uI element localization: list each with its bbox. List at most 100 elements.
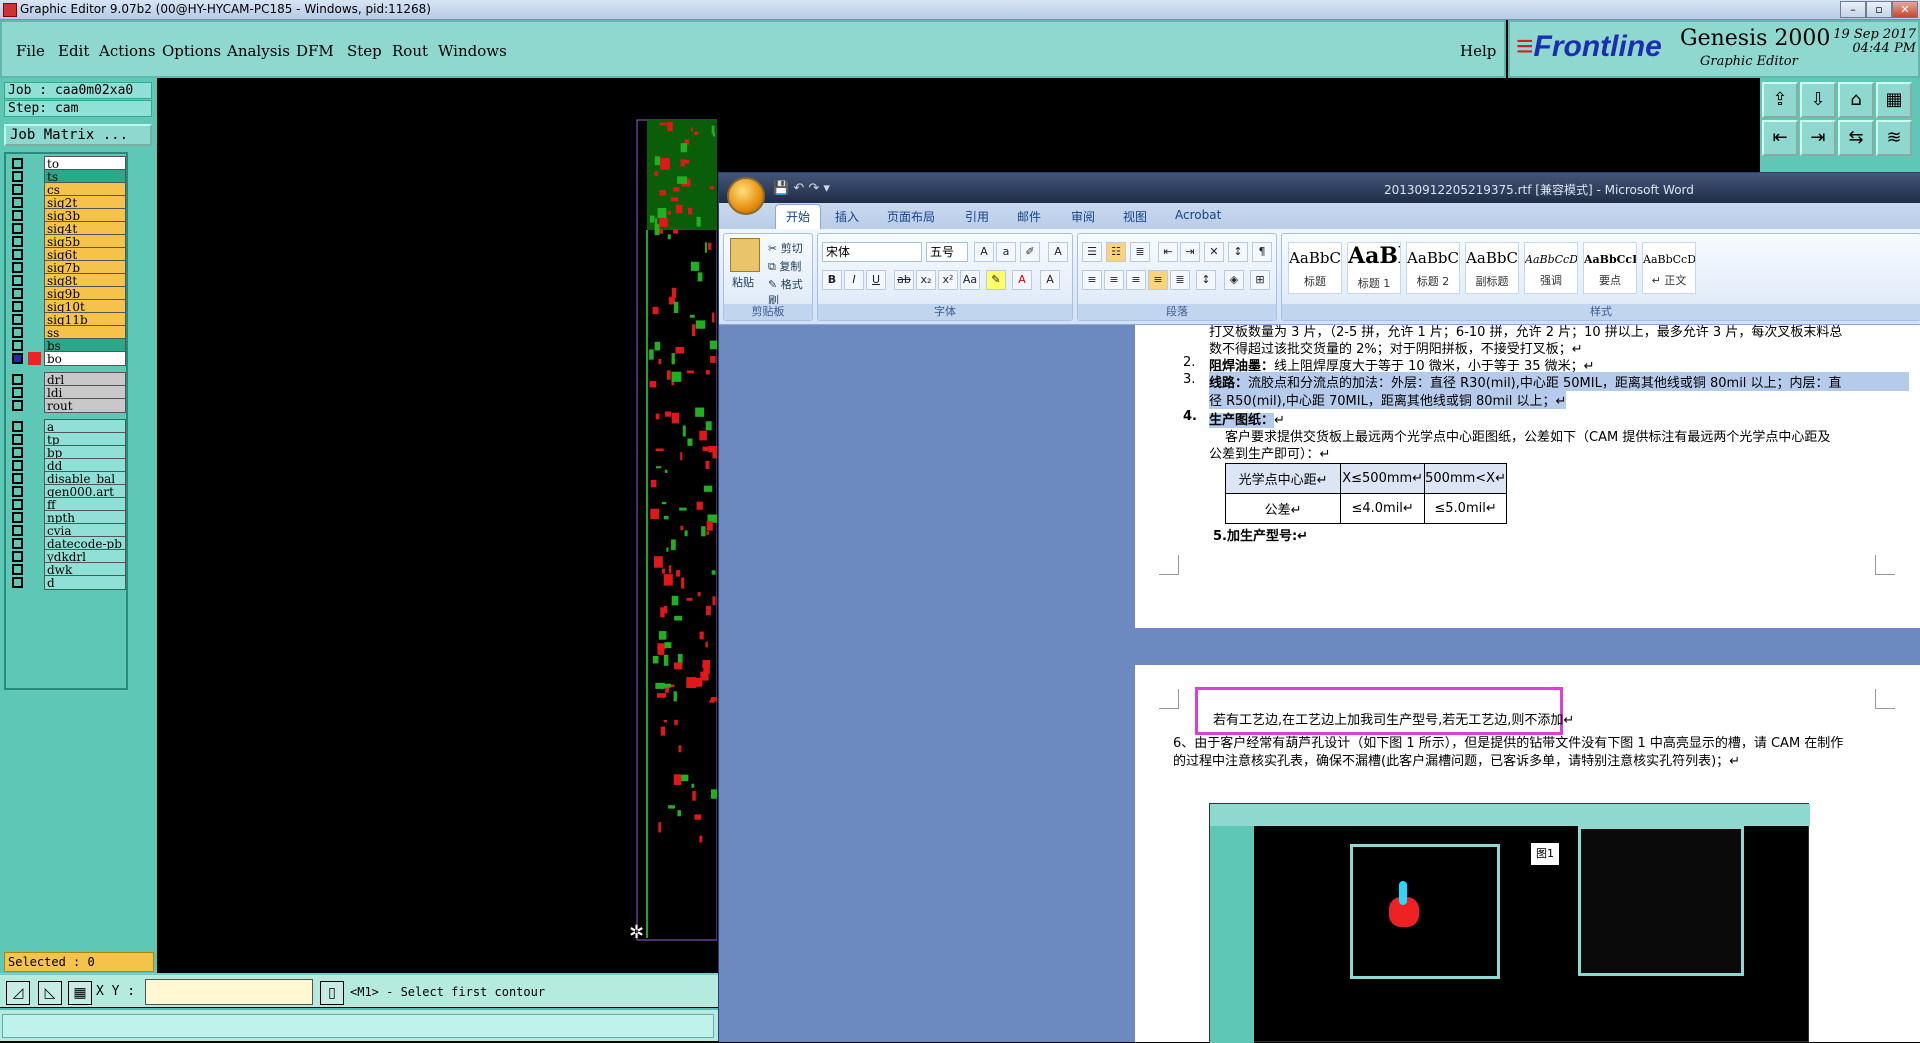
layer-name[interactable]: bo: [44, 351, 126, 366]
align-center-icon[interactable]: ≡: [1104, 270, 1124, 290]
font-size-select[interactable]: 五号: [926, 242, 968, 262]
bold-icon[interactable]: B: [822, 270, 842, 290]
layer-checkbox[interactable]: [12, 525, 23, 536]
job-matrix-button[interactable]: Job Matrix ...: [4, 124, 152, 146]
tab-page-layout[interactable]: 页面布局: [887, 208, 935, 225]
layer-checkbox[interactable]: [12, 314, 23, 325]
layer-checkbox[interactable]: [12, 327, 23, 338]
cut-button[interactable]: ✂ 剪切: [768, 240, 803, 256]
menu-options[interactable]: Options: [162, 42, 221, 60]
toolbar-btn-6[interactable]: ⇥: [1800, 120, 1836, 156]
layer-checkbox[interactable]: [12, 486, 23, 497]
layer-checkbox[interactable]: [12, 158, 23, 169]
layer-checkbox[interactable]: [12, 340, 23, 351]
layer-checkbox[interactable]: [12, 171, 23, 182]
font-name-select[interactable]: 宋体: [822, 242, 922, 262]
layer-scrollbar[interactable]: [130, 152, 154, 942]
style-swatch[interactable]: AaBbCcD 要点: [1583, 242, 1637, 294]
layer-checkbox[interactable]: [12, 262, 23, 273]
layer-checkbox[interactable]: [12, 275, 23, 286]
menu-edit[interactable]: Edit: [58, 42, 89, 60]
layer-name[interactable]: rout: [44, 398, 126, 413]
layer-row[interactable]: d: [8, 575, 126, 590]
layer-row[interactable]: rout: [8, 398, 126, 413]
layer-checkbox[interactable]: [12, 387, 23, 398]
sort-icon[interactable]: ↕: [1228, 242, 1248, 262]
align-left-icon[interactable]: ≡: [1082, 270, 1102, 290]
graphic-canvas[interactable]: ✲: [157, 78, 722, 973]
superscript-icon[interactable]: x²: [938, 270, 958, 290]
toolbar-btn-4[interactable]: ▦: [1876, 82, 1912, 118]
command-input[interactable]: [2, 1014, 714, 1038]
toolbar-btn-5[interactable]: ⇤: [1762, 120, 1798, 156]
menu-help[interactable]: Help: [1460, 42, 1496, 60]
chinese-layout-icon[interactable]: ✕: [1204, 242, 1224, 262]
layer-checkbox[interactable]: [12, 564, 23, 575]
xy-input[interactable]: [145, 979, 313, 1005]
tab-review[interactable]: 审阅: [1071, 208, 1095, 225]
menu-rout[interactable]: Rout: [392, 42, 428, 60]
shading-icon[interactable]: ◈: [1224, 270, 1244, 290]
paste-icon[interactable]: [730, 238, 760, 272]
tab-acrobat[interactable]: Acrobat: [1175, 208, 1221, 222]
underline-icon[interactable]: U: [866, 270, 886, 290]
layer-name[interactable]: d: [44, 575, 126, 590]
increase-indent-icon[interactable]: ⇥: [1180, 242, 1200, 262]
menu-file[interactable]: File: [16, 42, 45, 60]
shrink-font-icon[interactable]: a: [996, 242, 1016, 262]
style-swatch[interactable]: AaBbC 标题: [1288, 242, 1342, 294]
toolbar-btn-2[interactable]: ⇩: [1800, 82, 1836, 118]
borders-icon[interactable]: ⊞: [1250, 270, 1270, 290]
style-swatch[interactable]: AaBbCcD ↵ 正文: [1642, 242, 1696, 294]
char-shading-icon[interactable]: A: [1040, 270, 1060, 290]
layer-checkbox[interactable]: [12, 473, 23, 484]
menu-analysis[interactable]: Analysis: [227, 42, 290, 60]
document-page-1[interactable]: 打叉板数量为 3 片，（2-5 拼，允许 1 片；6-10 拼，允许 2 片；1…: [1135, 325, 1920, 628]
layer-checkbox[interactable]: [12, 499, 23, 510]
align-right-icon[interactable]: ≡: [1126, 270, 1146, 290]
home-icon[interactable]: ⌂: [1838, 82, 1874, 118]
close-button[interactable]: ✕: [1892, 1, 1918, 18]
layer-checkbox[interactable]: [12, 460, 23, 471]
layer-checkbox[interactable]: [12, 538, 23, 549]
highlight-icon[interactable]: ✎: [986, 270, 1006, 290]
layer-checkbox[interactable]: [12, 353, 23, 364]
layer-checkbox[interactable]: [12, 551, 23, 562]
menu-step[interactable]: Step: [347, 42, 382, 60]
italic-icon[interactable]: I: [844, 270, 864, 290]
mode-toggle-icon[interactable]: ▯: [320, 981, 344, 1005]
layer-checkbox[interactable]: [12, 236, 23, 247]
toolbar-btn-7[interactable]: ⇆: [1838, 120, 1874, 156]
layer-checkbox[interactable]: [12, 288, 23, 299]
tab-mailings[interactable]: 邮件: [1017, 208, 1041, 225]
char-border-icon[interactable]: A: [1048, 242, 1068, 262]
show-marks-icon[interactable]: ¶: [1252, 242, 1272, 262]
numbering-icon[interactable]: ☷: [1106, 242, 1126, 262]
menu-actions[interactable]: Actions: [99, 42, 155, 60]
justify-icon[interactable]: ≡: [1148, 270, 1168, 290]
style-swatch[interactable]: AaBbC 副标题: [1465, 242, 1519, 294]
decrease-indent-icon[interactable]: ⇤: [1158, 242, 1178, 262]
style-swatch[interactable]: AaBbCcD 强调: [1524, 242, 1578, 294]
copy-button[interactable]: ⧉ 复制: [768, 258, 801, 274]
style-swatch[interactable]: AaBbC 标题 2: [1406, 242, 1460, 294]
layer-checkbox[interactable]: [12, 374, 23, 385]
tab-insert[interactable]: 插入: [835, 208, 859, 225]
layer-checkbox[interactable]: [12, 197, 23, 208]
multilevel-list-icon[interactable]: ≣: [1130, 242, 1150, 262]
quick-access-toolbar[interactable]: 💾 ↶ ↷ ▾: [773, 181, 830, 196]
paste-button[interactable]: 粘贴: [732, 274, 754, 290]
layer-checkbox[interactable]: [12, 301, 23, 312]
layer-row[interactable]: bo: [8, 351, 126, 366]
tab-references[interactable]: 引用: [965, 208, 989, 225]
office-button[interactable]: [727, 177, 765, 215]
layer-checkbox[interactable]: [12, 249, 23, 260]
tab-home[interactable]: 开始: [775, 204, 822, 229]
layer-checkbox[interactable]: [12, 577, 23, 588]
layer-checkbox[interactable]: [12, 447, 23, 458]
change-case-icon[interactable]: Aa: [960, 270, 980, 290]
subscript-icon[interactable]: x₂: [916, 270, 936, 290]
layer-checkbox[interactable]: [12, 184, 23, 195]
minimize-button[interactable]: –: [1840, 1, 1866, 18]
bullets-icon[interactable]: ☰: [1082, 242, 1102, 262]
